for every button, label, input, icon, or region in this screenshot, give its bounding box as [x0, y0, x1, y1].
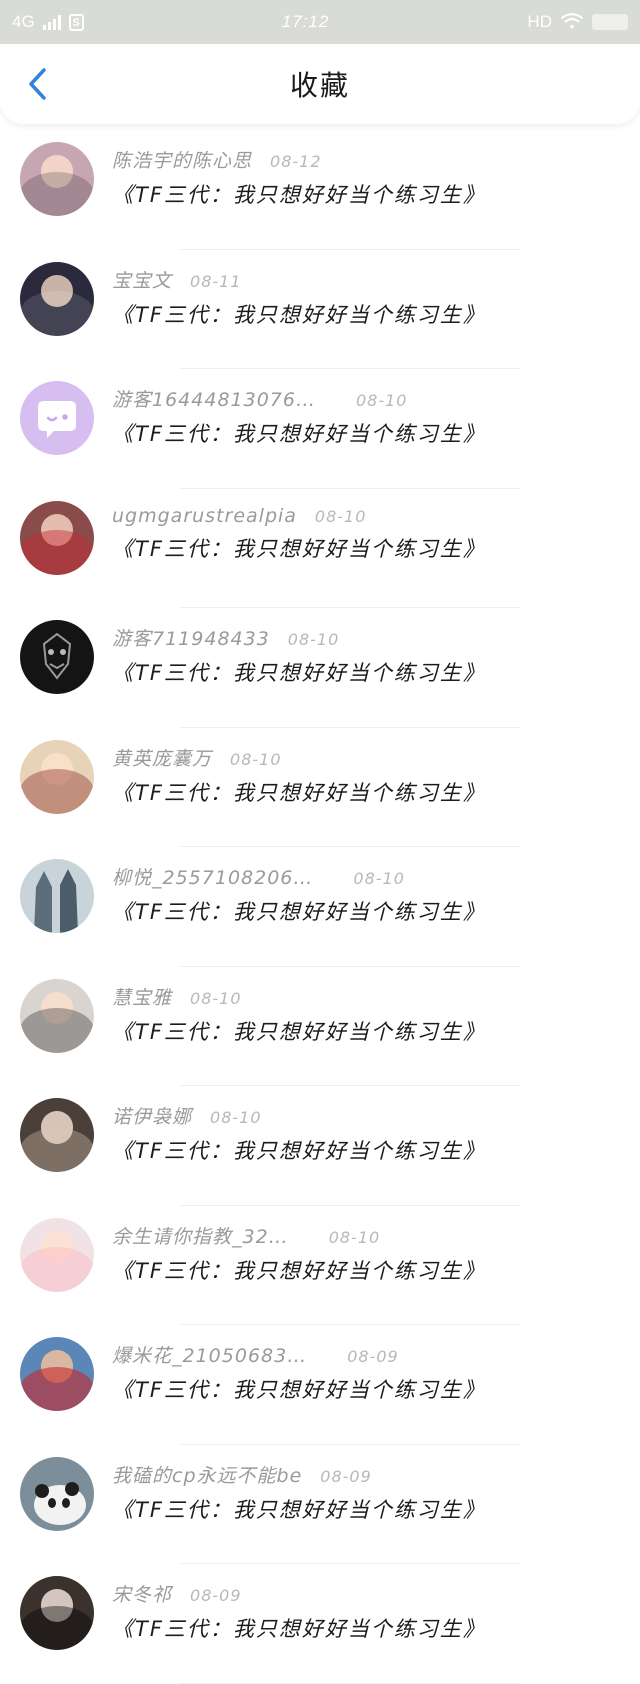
list-item[interactable]: 爆米花_21050683… 08-09 《TF三代：我只想好好当个练习生》: [0, 1325, 640, 1445]
date: 08-10: [353, 869, 405, 888]
date: 08-10: [210, 1108, 262, 1127]
list-item[interactable]: 慧宝雅 08-10 《TF三代：我只想好好当个练习生》: [0, 967, 640, 1087]
story-title: 《TF三代：我只想好好当个练习生》: [112, 1139, 486, 1163]
list-item[interactable]: 余生请你指教_32… 08-10 《TF三代：我只想好好当个练习生》: [0, 1206, 640, 1326]
status-time: 17:12: [281, 12, 330, 31]
date: 08-10: [287, 630, 340, 649]
network-label: 4G: [12, 12, 35, 31]
username: 柳悦_2557108206…: [112, 867, 314, 889]
wifi-icon: [560, 13, 584, 29]
date: 08-10: [230, 749, 282, 769]
list-item[interactable]: 宋冬祁 08-09 《TF三代：我只想好好当个练习生》: [0, 1564, 640, 1684]
username: 宋冬祁: [112, 1584, 173, 1606]
story-title: 《TF三代：我只想好好当个练习生》: [112, 1019, 486, 1044]
date: 08-12: [270, 152, 322, 171]
date: 08-10: [314, 506, 367, 526]
story-title: 《TF三代：我只想好好当个练习生》: [112, 900, 486, 924]
list-item[interactable]: 游客711948433 08-10 《TF三代：我只想好好当个练习生》: [0, 608, 640, 728]
story-title: 《TF三代：我只想好好当个练习生》: [112, 536, 486, 561]
avatar: [20, 1098, 94, 1172]
story-title: 《TF三代：我只想好好当个练习生》: [112, 183, 486, 207]
username: 游客711948433: [112, 628, 270, 650]
story-title: 《TF三代：我只想好好当个练习生》: [112, 302, 486, 327]
date: 08-11: [190, 271, 242, 291]
list-item[interactable]: 黄英庞囊万 08-10 《TF三代：我只想好好当个练习生》: [0, 728, 640, 848]
list-item[interactable]: ugmgarustrealpia 08-10 《TF三代：我只想好好当个练习生》: [0, 489, 640, 609]
avatar: [20, 1337, 94, 1411]
avatar: [20, 620, 94, 694]
story-title: 《TF三代：我只想好好当个练习生》: [112, 1617, 486, 1641]
date: 08-09: [190, 1586, 242, 1605]
avatar: [20, 381, 94, 455]
avatar: [20, 859, 94, 933]
header: 收藏: [0, 44, 640, 124]
story-title: 《TF三代：我只想好好当个练习生》: [112, 422, 486, 446]
avatar: [20, 142, 94, 216]
story-title: 《TF三代：我只想好好当个练习生》: [112, 1258, 486, 1283]
emblem-icon: [42, 632, 72, 680]
skyscraper-icon: [34, 869, 78, 933]
list-item[interactable]: 我磕的cp永远不能be 08-09 《TF三代：我只想好好当个练习生》: [0, 1445, 640, 1565]
avatar: [20, 261, 94, 336]
page-title: 收藏: [289, 69, 350, 102]
avatar: [20, 1456, 94, 1531]
date: 08-09: [347, 1347, 399, 1366]
username: 宝宝文: [112, 269, 173, 292]
story-title: 《TF三代：我只想好好当个练习生》: [112, 661, 486, 685]
avatar: [20, 1576, 94, 1650]
avatar: [20, 1217, 94, 1292]
list-item[interactable]: 诺伊袅娜 08-10 《TF三代：我只想好好当个练习生》: [0, 1086, 640, 1206]
battery-icon: [591, 14, 628, 30]
username: 黄英庞囊万: [112, 747, 213, 770]
date: 08-10: [355, 391, 408, 410]
chevron-left-icon: [29, 68, 46, 100]
username: 爆米花_21050683…: [112, 1345, 308, 1367]
avatar: [20, 739, 94, 814]
avatar: [20, 500, 94, 575]
sim-icon: S: [68, 13, 84, 31]
username: 余生请你指教_32…: [112, 1225, 289, 1248]
date: 08-10: [328, 1227, 381, 1247]
list-item[interactable]: 陈浩宇的陈心思 08-12 《TF三代：我只想好好当个练习生》: [0, 130, 640, 250]
chat-bubble-icon: [38, 401, 76, 438]
username: 慧宝雅: [112, 986, 173, 1009]
status-bar: 4G S 17:12 HD: [0, 0, 640, 44]
story-title: 《TF三代：我只想好好当个练习生》: [112, 1378, 486, 1402]
hd-label: HD: [527, 12, 552, 31]
list-item[interactable]: 宝宝文 08-11 《TF三代：我只想好好当个练习生》: [0, 250, 640, 370]
username: 陈浩宇的陈心思: [112, 150, 253, 172]
signal-icon: [42, 14, 61, 30]
list-item[interactable]: 柳悦_2557108206… 08-10 《TF三代：我只想好好当个练习生》: [0, 847, 640, 967]
username: 诺伊袅娜: [112, 1106, 193, 1128]
story-title: 《TF三代：我只想好好当个练习生》: [112, 1497, 486, 1522]
panda-icon: [34, 1481, 86, 1525]
favorites-list: 陈浩宇的陈心思 08-12 《TF三代：我只想好好当个练习生》 宝宝文 08-11 …: [0, 130, 640, 1684]
avatar: [20, 978, 94, 1053]
back-button[interactable]: [18, 64, 58, 104]
date: 08-10: [190, 988, 242, 1008]
story-title: 《TF三代：我只想好好当个练习生》: [112, 780, 486, 805]
list-item[interactable]: 游客16444813076… 08-10 《TF三代：我只想好好当个练习生》: [0, 369, 640, 489]
status-left: 4G S: [12, 12, 84, 32]
date: 08-09: [320, 1466, 372, 1486]
username: 游客16444813076…: [112, 389, 316, 411]
status-right: HD: [527, 12, 628, 32]
username: 我磕的cp永远不能be: [112, 1464, 303, 1487]
username: ugmgarustrealpia: [112, 504, 297, 527]
